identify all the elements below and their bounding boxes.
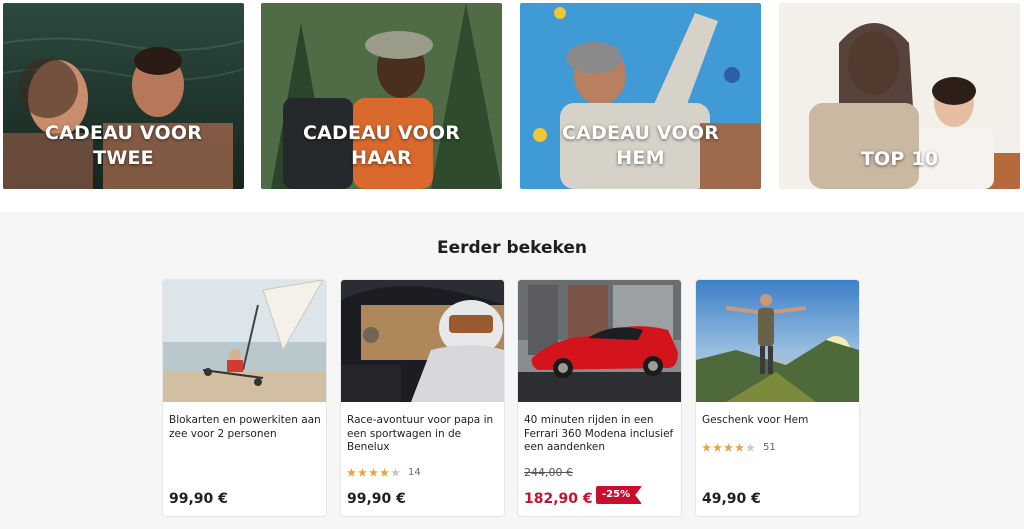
product-title: Blokarten en powerkiten aan zee voor 2 p… — [169, 414, 321, 440]
category-label-line1: CADEAU VOOR — [561, 122, 720, 144]
category-label-line2: TWEE — [93, 147, 154, 169]
category-label-line2: HAAR — [351, 147, 412, 169]
product-sale-price: 182,90 € — [524, 491, 593, 507]
category-label: CADEAU VOOR TWEE — [3, 121, 244, 171]
product-price: 99,90 € — [169, 491, 228, 507]
category-label-text: TOP 10 — [860, 148, 939, 170]
category-label: CADEAU VOOR HAAR — [261, 121, 502, 171]
star-icon — [369, 468, 378, 477]
star-icon — [735, 443, 744, 452]
category-tile-top-10[interactable]: TOP 10 — [779, 3, 1020, 189]
product-title: Geschenk voor Hem — [702, 414, 809, 426]
star-empty-icon — [746, 443, 755, 452]
product-title: Race-avontuur voor papa in een sportwage… — [347, 414, 494, 453]
product-price: 99,90 € — [347, 491, 406, 507]
product-title: 40 minuten rijden in een Ferrari 360 Mod… — [524, 414, 674, 453]
category-tile-gift-for-him[interactable]: CADEAU VOOR HEM — [520, 3, 761, 189]
product-price: 49,90 € — [702, 491, 761, 507]
star-icon — [347, 468, 356, 477]
product-old-price: 244,00 € — [524, 466, 573, 479]
category-tile-gift-for-her[interactable]: CADEAU VOOR HAAR — [261, 3, 502, 189]
product-rating: 14 — [347, 467, 421, 478]
star-icon — [380, 468, 389, 477]
category-tile-gift-for-two[interactable]: CADEAU VOOR TWEE — [3, 3, 244, 189]
product-card[interactable]: Race-avontuur voor papa in een sportwage… — [340, 279, 505, 517]
star-icon — [702, 443, 711, 452]
product-card[interactable]: 40 minuten rijden in een Ferrari 360 Mod… — [517, 279, 682, 517]
category-label-line1: CADEAU VOOR — [302, 122, 461, 144]
category-label-line1: CADEAU VOOR — [44, 122, 203, 144]
discount-badge: -25% — [596, 486, 643, 504]
star-icon — [713, 443, 722, 452]
category-label-line2: HEM — [616, 147, 665, 169]
star-empty-icon — [391, 468, 400, 477]
product-image-man-on-mountain — [696, 280, 859, 402]
star-icon — [358, 468, 367, 477]
recently-viewed-section: Eerder bekeken Blokarten en powerkiten a… — [0, 212, 1024, 529]
product-rating: 51 — [702, 442, 776, 453]
category-label: TOP 10 — [779, 147, 1020, 172]
product-card[interactable]: Blokarten en powerkiten aan zee voor 2 p… — [162, 279, 327, 517]
section-title: Eerder bekeken — [436, 238, 588, 258]
product-image-ferrari — [518, 280, 681, 402]
category-label: CADEAU VOOR HEM — [520, 121, 761, 171]
category-tiles: CADEAU VOOR TWEE CADEAU VOOR HAAR CADEAU… — [3, 3, 1021, 189]
product-card[interactable]: Geschenk voor Hem 51 49,90 € — [695, 279, 860, 517]
star-icon — [724, 443, 733, 452]
rating-count: 51 — [763, 442, 776, 453]
product-image-race-car-driver — [341, 280, 504, 402]
product-image-blokart-beach — [163, 280, 326, 402]
rating-count: 14 — [408, 467, 421, 478]
